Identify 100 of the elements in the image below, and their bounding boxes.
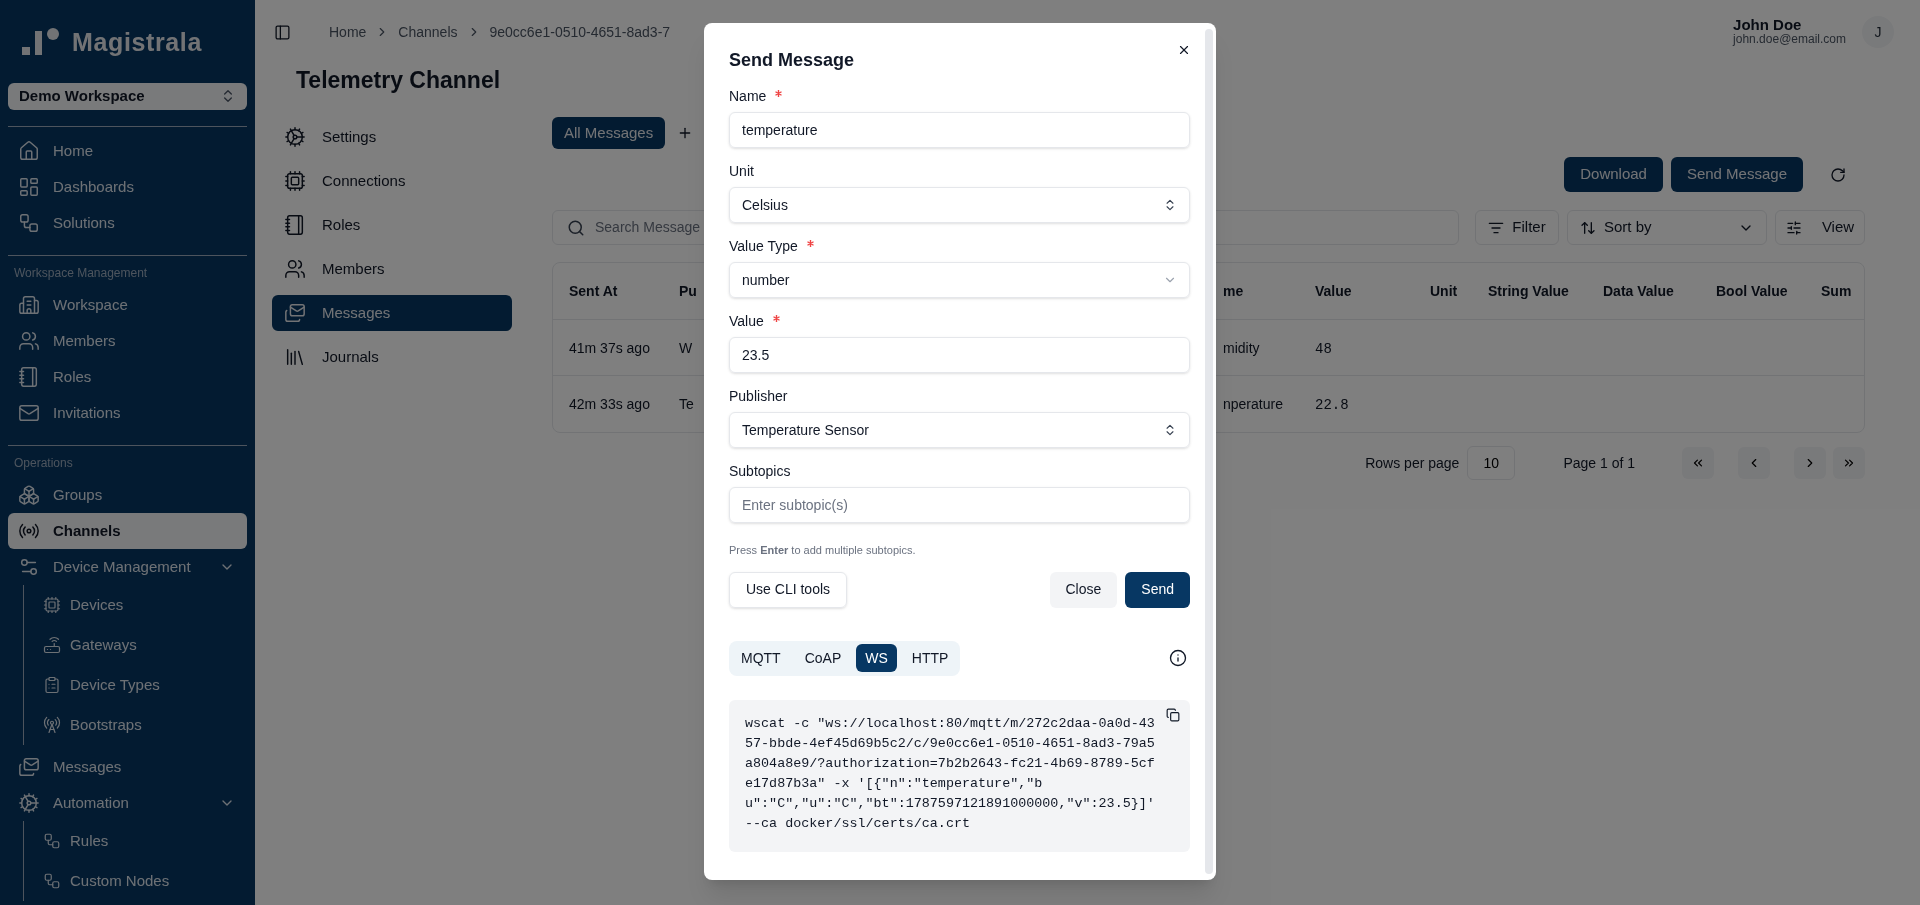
sidebar-subitem[interactable]: Device Types [37, 665, 247, 705]
protocol-tab[interactable]: HTTP [902, 644, 958, 672]
select-field[interactable]: Temperature Sensor [729, 412, 1190, 448]
gear-icon [284, 126, 306, 148]
sidebar-subitem[interactable]: Gateways [37, 625, 247, 665]
envelopes-icon [18, 756, 40, 778]
table-cell: 48 [1315, 340, 1332, 357]
clipboard-icon [43, 676, 61, 694]
rows-per-page-select[interactable]: 10 [1467, 446, 1516, 480]
sidebar-item[interactable]: Members [8, 323, 247, 359]
sidebar-subitem[interactable]: Devices [37, 585, 247, 625]
sidebar-item[interactable]: Invitations [8, 395, 247, 431]
field-label: Value [729, 311, 764, 331]
message-tab[interactable]: All Messages [552, 117, 666, 149]
action-button[interactable]: Download [1564, 157, 1663, 192]
input-field[interactable]: temperature [729, 112, 1190, 148]
double-chevron-left-icon [1691, 456, 1705, 470]
people-icon [18, 330, 40, 352]
copy-icon[interactable] [1166, 707, 1180, 722]
column-header: Value [1315, 283, 1352, 299]
rows-per-page-label: Rows per page [1365, 453, 1460, 473]
library-icon [284, 346, 306, 368]
house-icon [18, 140, 40, 162]
column-header: String Value [1488, 283, 1569, 299]
table-cell: midity [1223, 339, 1260, 356]
channel-nav-item[interactable]: Messages [272, 295, 512, 331]
column-header: Data Value [1603, 283, 1674, 299]
table-cell: 42m 33s ago [569, 396, 650, 412]
sidebar-item[interactable]: Messages [8, 749, 247, 785]
sidebar-subitem[interactable]: Rules [37, 821, 247, 861]
flow-icon [43, 832, 61, 850]
hint-text: Press Enter to add multiple subtopics. [729, 543, 917, 558]
sort-select[interactable]: Sort by [1567, 210, 1767, 245]
sidebar-item[interactable]: Dashboards [8, 169, 247, 205]
dashboard-grid-icon [18, 176, 40, 198]
envelopes-icon [284, 302, 306, 324]
view-button[interactable]: View [1775, 210, 1865, 245]
notebook-icon [284, 214, 306, 236]
field-label: Value Type [729, 236, 798, 256]
refresh-icon[interactable] [1830, 166, 1846, 183]
protocol-tab[interactable]: CoAP [795, 644, 851, 672]
sidebar-subitem[interactable]: Bootstraps [37, 705, 247, 745]
channel-nav-item[interactable]: Journals [272, 339, 512, 375]
sidebar-item[interactable]: Home [8, 133, 247, 169]
field-label: Name [729, 86, 767, 106]
filter-button[interactable]: Filter [1475, 210, 1559, 245]
sidebar-item[interactable]: Workspace [8, 287, 247, 323]
select-field[interactable]: Celsius [729, 187, 1190, 223]
people-icon [284, 258, 306, 280]
dialog-title: Send Message [729, 49, 855, 71]
table-cell: W [679, 339, 693, 356]
sliders-icon [18, 556, 40, 578]
protocol-tab[interactable]: MQTT [732, 644, 790, 672]
channel-nav-item[interactable]: Settings [272, 119, 512, 155]
double-chevron-right-icon [1842, 456, 1856, 470]
cli-command: wscat -c "ws://localhost:80/mqtt/m/272c2daa-0a0d-4357-bbde-4ef45d69b5c2/c/9e0cc6e1-0510-4651-8ad3-79a5a804a8e9/?authorization=7b2b2643-fc21-4b69-8789-5cfe17d87b3a" -x '[{"n":"temperature","bu":"C","u":"C","bt":1787597121891000000,"v":23.5}]' --ca docker/ssl/certs/ca.crt [745, 714, 1156, 833]
building-icon [18, 294, 40, 316]
sidebar-item[interactable]: Roles [8, 359, 247, 395]
user-avatar[interactable]: J [1862, 16, 1894, 48]
field-label: Unit [729, 161, 754, 181]
sidebar-subitem[interactable]: Custom Nodes [37, 861, 247, 901]
select-field[interactable]: number [729, 262, 1190, 298]
channel-nav-item[interactable]: Roles [272, 207, 512, 243]
workspace-selector[interactable]: Demo Workspace [8, 82, 247, 110]
cli-tools-button[interactable]: Use CLI tools [729, 571, 848, 608]
sidebar-toggle-icon[interactable] [274, 23, 291, 41]
channel-nav-item[interactable]: Members [272, 251, 512, 287]
column-header: Sum [1821, 283, 1852, 299]
send-button[interactable]: Send [1125, 571, 1190, 608]
column-header: Bool Value [1716, 283, 1788, 299]
sidebar-item[interactable]: Solutions [8, 205, 247, 241]
page-indicator: Page 1 of 1 [1563, 453, 1635, 473]
logo-icon [22, 27, 60, 58]
sort-arrows-icon [1580, 219, 1596, 236]
table-cell: 41m 37s ago [569, 339, 650, 356]
input-field[interactable]: 23.5 [729, 337, 1190, 373]
field-label: Publisher [729, 386, 788, 406]
flow-icon [43, 872, 61, 890]
input-field[interactable]: Enter subtopic(s) [729, 487, 1190, 523]
channel-nav-item[interactable]: Connections [272, 163, 512, 199]
sidebar-item[interactable]: Channels [8, 513, 247, 549]
column-header: me [1223, 283, 1244, 299]
workflow-icon [18, 212, 40, 234]
sidebar-item[interactable]: Automation [8, 785, 247, 821]
action-button[interactable]: Send Message [1670, 157, 1803, 192]
scrollbar[interactable] [1205, 29, 1213, 874]
pagination-button[interactable] [1833, 447, 1865, 479]
close-button[interactable]: Close [1049, 571, 1118, 608]
table-cell: Te [679, 396, 694, 412]
info-icon[interactable] [1169, 649, 1187, 667]
close-icon[interactable] [1177, 43, 1191, 57]
breadcrumb-link[interactable]: Channels [398, 21, 458, 43]
sidebar-item[interactable]: Groups [8, 477, 247, 513]
table-cell: nperature [1223, 396, 1283, 412]
breadcrumb-link[interactable]: 9e0cc6e1-0510-4651-8ad3-7 [489, 21, 671, 43]
sidebar-item[interactable]: Device Management [8, 549, 247, 585]
search-icon [567, 218, 585, 237]
pagination-button[interactable] [1682, 447, 1714, 479]
breadcrumb-link[interactable]: Home [329, 21, 367, 43]
protocol-tab[interactable]: WS [856, 644, 897, 672]
